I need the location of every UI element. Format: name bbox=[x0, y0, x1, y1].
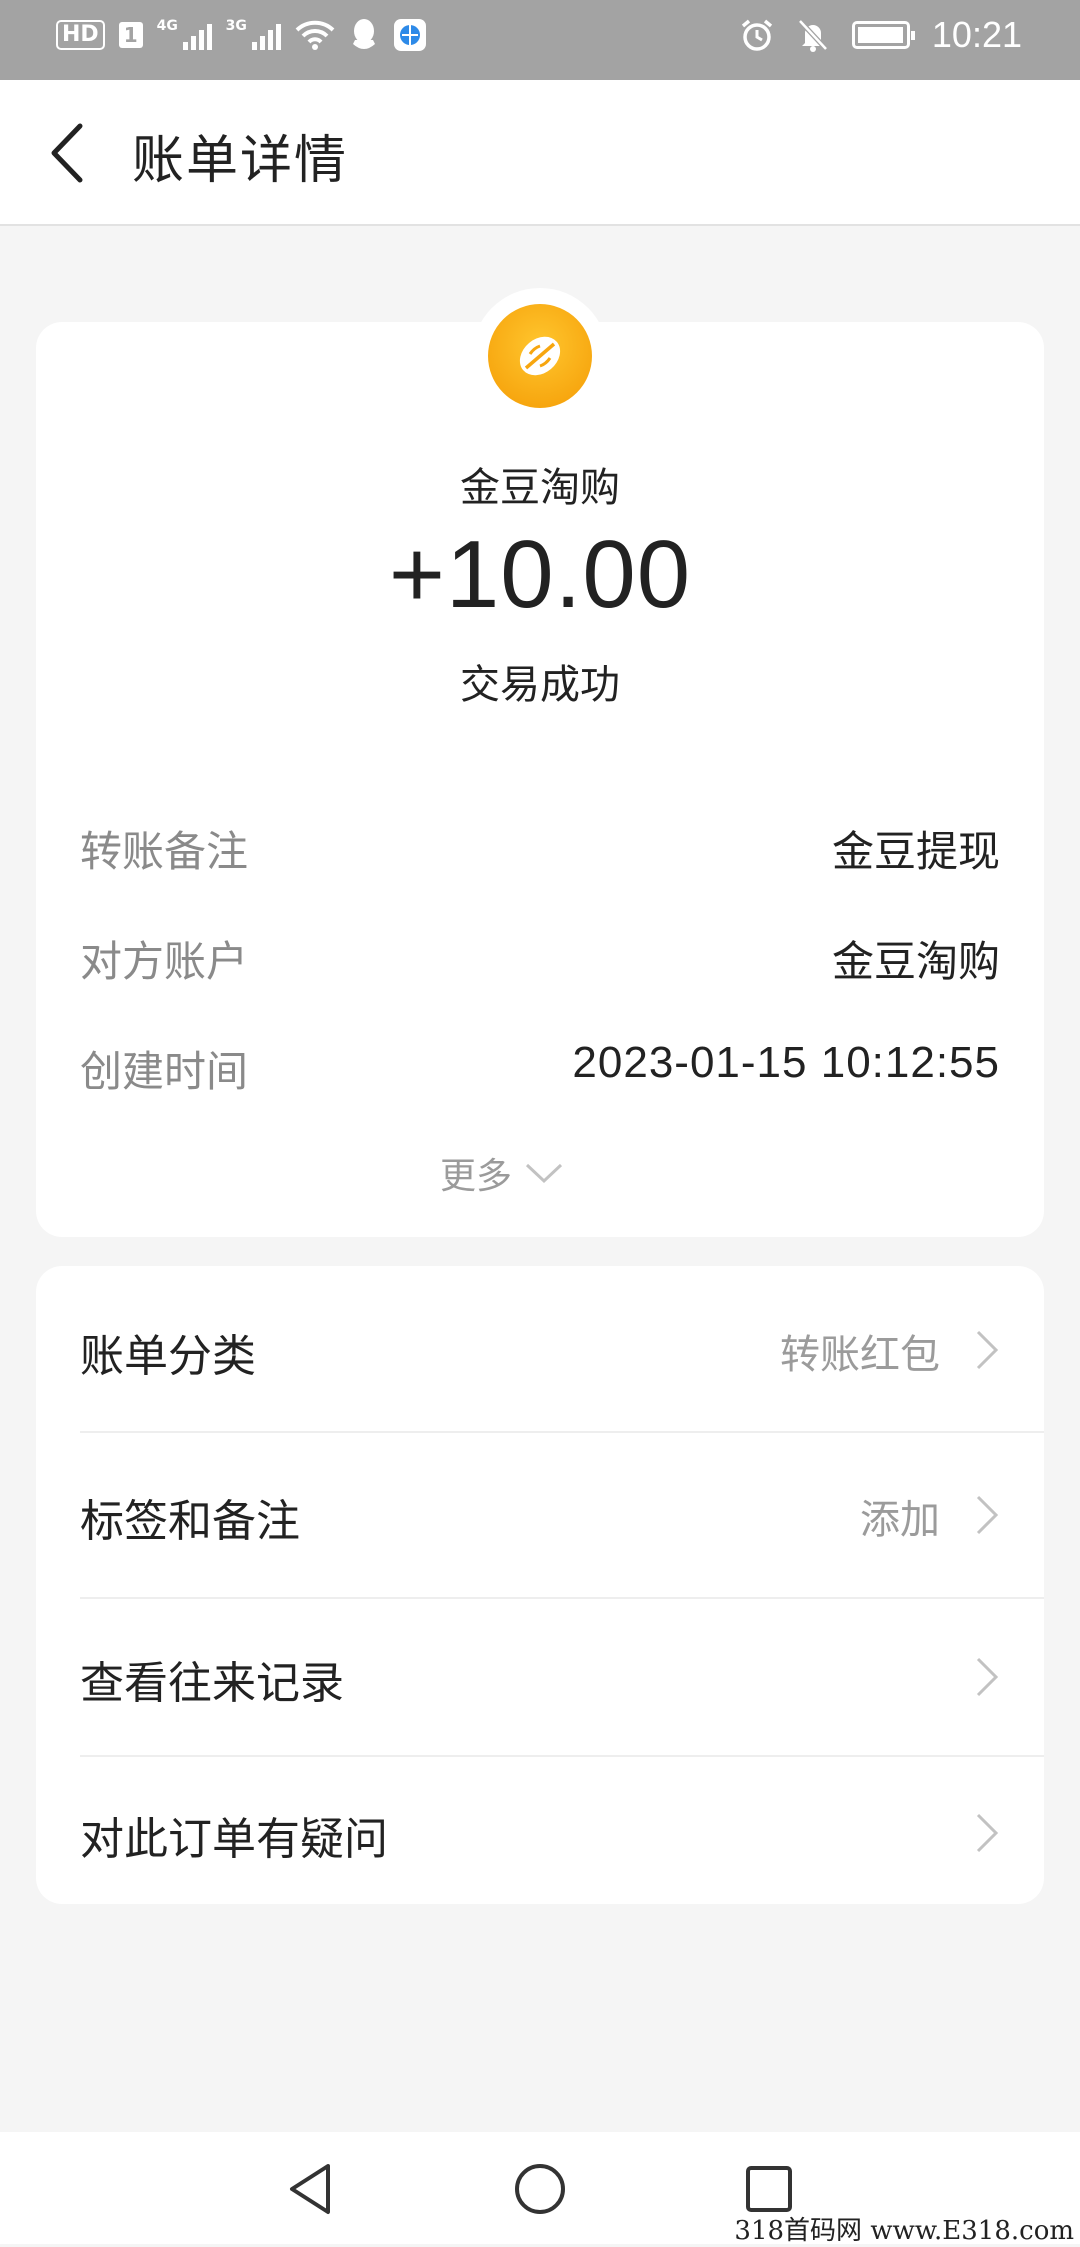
menu-item-tags-notes[interactable]: 标签和备注 添加 bbox=[80, 1485, 1044, 1547]
mute-icon bbox=[798, 19, 828, 52]
signal-icon: 4G bbox=[156, 18, 212, 50]
chevron-right-icon bbox=[976, 1657, 999, 1697]
status-time: 10:21 bbox=[931, 14, 1022, 55]
transaction-amount: +10.00 bbox=[388, 521, 692, 628]
battery-icon bbox=[851, 21, 915, 49]
detail-label: 转账备注 bbox=[80, 827, 249, 876]
detail-row-remark: 转账备注 金豆提现 bbox=[80, 818, 1000, 878]
detail-label: 对方账户 bbox=[80, 937, 249, 986]
wifi-icon bbox=[295, 20, 334, 50]
page-title: 账单详情 bbox=[132, 131, 349, 191]
signal-type-label: 4G bbox=[156, 18, 178, 34]
signal-type-label: 3G bbox=[225, 18, 247, 34]
qq-icon bbox=[352, 19, 375, 49]
hd-icon: HD bbox=[56, 20, 105, 50]
merchant-avatar bbox=[472, 288, 608, 424]
divider bbox=[80, 1597, 1044, 1599]
detail-row-account: 对方账户 金豆淘购 bbox=[80, 928, 1000, 988]
chevron-right-icon bbox=[976, 1330, 999, 1370]
golden-bean-icon bbox=[488, 304, 592, 408]
watermark-text: 318首码网 www.E318.com bbox=[734, 2216, 1074, 2246]
menu-item-bill-category[interactable]: 账单分类 转账红包 bbox=[80, 1320, 1044, 1382]
more-button[interactable]: 更多 bbox=[440, 1148, 564, 1198]
chevron-left-icon bbox=[51, 123, 83, 183]
detail-value: 金豆淘购 bbox=[831, 937, 1000, 986]
status-bar: HD 1 4G 3G 10:21 bbox=[0, 0, 1080, 80]
menu-item-label: 对此订单有疑问 bbox=[80, 1814, 388, 1865]
chevron-right-icon bbox=[976, 1813, 999, 1853]
signal-icon: 3G bbox=[225, 18, 281, 50]
merchant-name: 金豆淘购 bbox=[460, 465, 620, 511]
more-label: 更多 bbox=[440, 1156, 513, 1197]
detail-label: 创建时间 bbox=[80, 1047, 249, 1096]
detail-value: 金豆提现 bbox=[831, 827, 1000, 876]
status-right-icons: 10:21 bbox=[740, 14, 1022, 56]
chevron-down-icon bbox=[525, 1163, 563, 1184]
header-bar: 账单详情 bbox=[0, 80, 1080, 226]
back-button[interactable] bbox=[40, 118, 100, 188]
divider bbox=[80, 1431, 1044, 1433]
back-triangle-icon[interactable] bbox=[282, 2160, 340, 2218]
chevron-right-icon bbox=[976, 1495, 999, 1535]
menu-item-order-question[interactable]: 对此订单有疑问 bbox=[80, 1803, 1044, 1865]
alarm-icon bbox=[741, 19, 773, 51]
menu-item-value: 转账红包 bbox=[780, 1332, 940, 1378]
menu-item-label: 查看往来记录 bbox=[80, 1658, 344, 1709]
home-circle-icon[interactable] bbox=[511, 2160, 569, 2218]
detail-row-created-time: 创建时间 2023-01-15 10:12:55 bbox=[80, 1038, 1000, 1098]
divider bbox=[80, 1755, 1044, 1757]
transaction-status: 交易成功 bbox=[460, 662, 620, 708]
sim-icon: 1 bbox=[118, 22, 143, 48]
browser-icon bbox=[393, 19, 426, 51]
status-left-icons: HD 1 4G 3G bbox=[56, 18, 427, 52]
detail-value: 2023-01-15 10:12:55 bbox=[572, 1038, 1000, 1087]
menu-item-label: 标签和备注 bbox=[80, 1496, 300, 1547]
menu-item-history[interactable]: 查看往来记录 bbox=[80, 1647, 1044, 1709]
menu-item-label: 账单分类 bbox=[80, 1331, 256, 1382]
menu-item-value: 添加 bbox=[860, 1497, 940, 1543]
